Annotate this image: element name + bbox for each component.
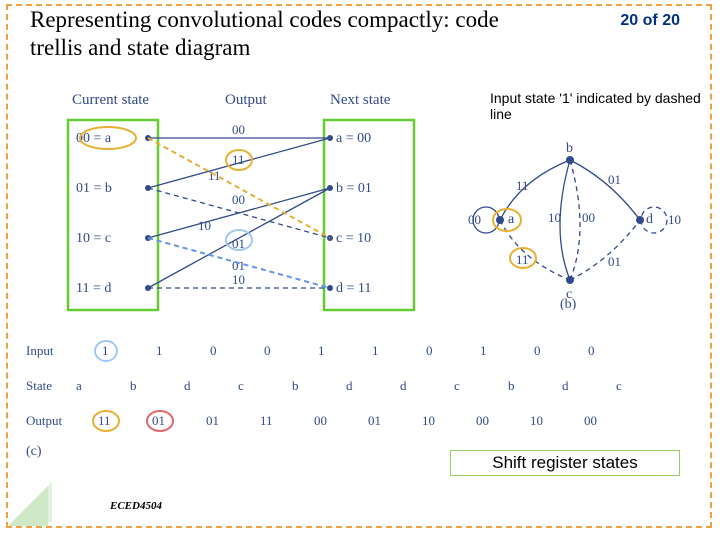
row-output-label: Output — [26, 413, 63, 428]
seq-state-6: d — [400, 378, 407, 393]
e-cb — [560, 160, 570, 280]
seq-output-8: 10 — [530, 413, 543, 428]
slide-title: Representing convolutional codes compact… — [30, 6, 510, 61]
seq-input-3: 0 — [264, 343, 271, 358]
state-b-cur: 01 = b — [76, 181, 112, 196]
seq-input-8: 0 — [534, 343, 541, 358]
seq-input-9: 0 — [588, 343, 595, 358]
node-d: d — [646, 212, 653, 227]
state-diagram: a b c d 00 10 11 11 10 00 01 01 (b) — [450, 130, 700, 310]
header-output: Output — [225, 92, 268, 108]
seq-output-0: 11 — [98, 413, 111, 428]
out-cb: 10 — [198, 218, 211, 233]
seq-state-cells: abdcbddcbdc — [76, 378, 622, 393]
node-a: a — [508, 212, 515, 227]
seq-state-8: b — [508, 378, 515, 393]
sequence-rows: Input State Output (c) 1100110100 abdcbd… — [26, 335, 666, 465]
seq-input-7: 1 — [480, 343, 487, 358]
part-b-label: (b) — [560, 297, 577, 310]
seq-state-0: a — [76, 378, 82, 393]
state-c-next: c = 10 — [336, 231, 371, 246]
lbl-cd: 01 — [608, 254, 621, 269]
out-dd: 10 — [232, 272, 245, 287]
seq-state-7: c — [454, 378, 460, 393]
lbl-ac: 11 — [516, 252, 529, 267]
seq-output-6: 10 — [422, 413, 435, 428]
e-db — [570, 160, 640, 220]
seq-state-9: d — [562, 378, 569, 393]
row-state-label: State — [26, 378, 52, 393]
lbl-db: 01 — [608, 172, 621, 187]
seq-state-5: d — [346, 378, 353, 393]
seq-output-7: 00 — [476, 413, 489, 428]
seq-output-5: 01 — [368, 413, 381, 428]
seq-state-4: b — [292, 378, 299, 393]
e-bc — [570, 160, 580, 280]
lbl-cb: 10 — [548, 210, 561, 225]
lbl-bc: 00 — [582, 210, 595, 225]
dashed-line-note: Input state '1' indicated by dashed line — [490, 90, 720, 122]
seq-output-1: 01 — [152, 413, 165, 428]
seq-state-3: c — [238, 378, 244, 393]
seq-input-5: 1 — [372, 343, 379, 358]
seq-state-10: c — [616, 378, 622, 393]
corner-decoration — [6, 482, 52, 528]
seq-input-4: 1 — [318, 343, 325, 358]
seq-state-1: b — [130, 378, 137, 393]
seq-output-9: 00 — [584, 413, 597, 428]
out-db: 01 — [232, 258, 245, 273]
label-10r: 10 — [668, 212, 681, 227]
seq-input-cells: 1 1 0 0 1 1 0 1 0 0 — [102, 343, 595, 358]
state-c-cur: 10 = c — [76, 231, 111, 246]
out-ac: 11 — [232, 152, 245, 167]
row-input-label: Input — [26, 343, 54, 358]
trellis-diagram: Current state Output Next state 00 = a 0… — [40, 90, 420, 315]
e-cd — [570, 220, 640, 280]
node-b: b — [566, 141, 573, 156]
header-current-state: Current state — [72, 92, 149, 108]
seq-input-1: 1 — [156, 343, 163, 358]
loop-dd — [641, 207, 667, 233]
seq-output-4: 00 — [314, 413, 327, 428]
course-code: ECED4504 — [110, 500, 162, 512]
seq-input-2: 0 — [210, 343, 217, 358]
state-a-next: a = 00 — [336, 131, 371, 146]
seq-input-0: 1 — [102, 343, 109, 358]
header-next-state: Next state — [330, 92, 391, 108]
state-b-next: b = 01 — [336, 181, 372, 196]
state-d-cur: 11 = d — [76, 281, 111, 296]
seq-state-2: d — [184, 378, 191, 393]
lbl-ba: 11 — [516, 178, 529, 193]
seq-output-2: 01 — [206, 413, 219, 428]
out-bc: 00 — [232, 192, 245, 207]
part-c-label: (c) — [26, 444, 42, 459]
out-aa: 00 — [232, 122, 245, 137]
state-d-next: d = 11 — [336, 281, 371, 296]
seq-input-6: 0 — [426, 343, 433, 358]
seq-output-3: 11 — [260, 413, 273, 428]
page-counter: 20 of 20 — [620, 12, 680, 30]
